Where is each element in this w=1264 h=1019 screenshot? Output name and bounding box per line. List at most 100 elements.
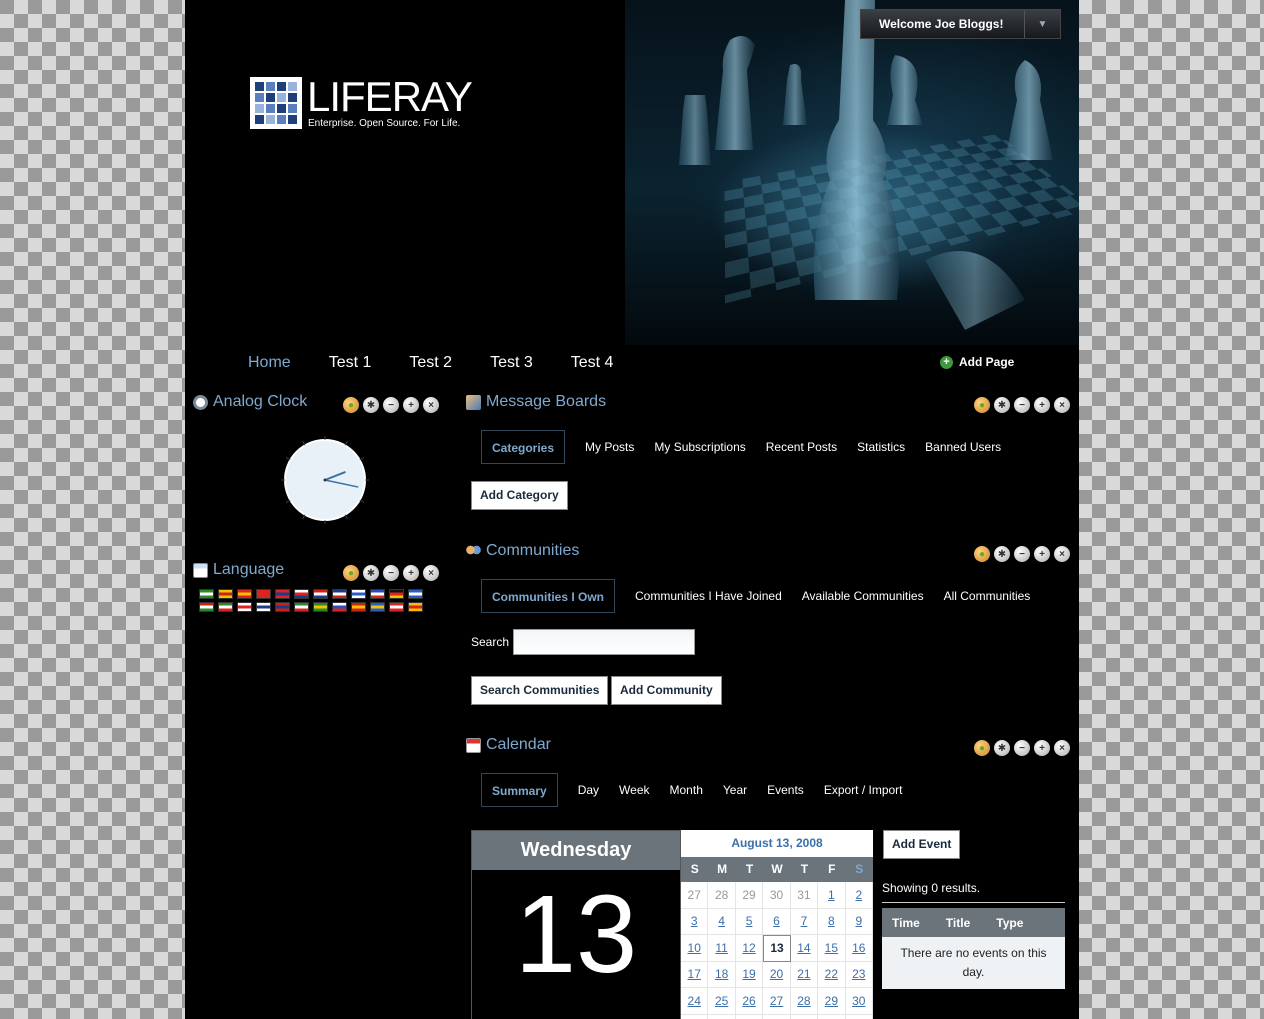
tab-month[interactable]: Month — [670, 783, 703, 797]
calendar-day[interactable]: 21 — [790, 961, 819, 988]
tab-communities-i-have-joined[interactable]: Communities I Have Joined — [635, 589, 782, 603]
minimize-icon[interactable]: − — [1014, 740, 1030, 756]
nav-item-test-2[interactable]: Test 2 — [409, 354, 452, 372]
tab-my-subscriptions[interactable]: My Subscriptions — [654, 440, 745, 454]
calendar-day[interactable]: 20 — [763, 961, 791, 988]
calendar-day[interactable]: 28 — [790, 988, 819, 1015]
calendar-day[interactable]: 19 — [735, 961, 764, 988]
minimize-icon[interactable]: − — [1014, 546, 1030, 562]
calendar-day[interactable]: 27 — [763, 988, 791, 1015]
tab-categories[interactable]: Categories — [481, 430, 566, 464]
tab-summary[interactable]: Summary — [481, 773, 558, 807]
spanish-flag[interactable] — [351, 602, 366, 612]
calendar-day[interactable]: 16 — [845, 935, 873, 962]
close-icon[interactable]: × — [1054, 546, 1070, 562]
calendar-day[interactable]: 15 — [818, 935, 846, 962]
hungarian-flag[interactable] — [199, 602, 214, 612]
tab-year[interactable]: Year — [723, 783, 747, 797]
minimize-icon[interactable]: − — [1014, 397, 1030, 413]
tab-my-posts[interactable]: My Posts — [585, 440, 634, 454]
calendar-day[interactable]: 7 — [790, 908, 819, 935]
catalan-flag[interactable] — [218, 589, 233, 599]
maximize-icon[interactable]: + — [1034, 546, 1050, 562]
nav-item-home[interactable]: Home — [248, 354, 291, 372]
close-icon[interactable]: × — [1054, 740, 1070, 756]
calendar-day[interactable]: 17 — [681, 961, 709, 988]
tab-communities-i-own[interactable]: Communities I Own — [481, 579, 616, 613]
nav-item-test-3[interactable]: Test 3 — [490, 354, 533, 372]
taiwan-flag[interactable] — [275, 589, 290, 599]
chinese-flag[interactable] — [256, 589, 271, 599]
tab-all-communities[interactable]: All Communities — [944, 589, 1031, 603]
calendar-day[interactable]: 12 — [735, 935, 764, 962]
look-and-feel-icon[interactable]: ● — [974, 546, 990, 562]
calendar-day[interactable]: 14 — [790, 935, 819, 962]
calendar-day[interactable]: 3 — [681, 908, 709, 935]
calendar-day[interactable]: 4 — [708, 908, 736, 935]
greek-flag[interactable] — [408, 589, 423, 599]
calendar-day[interactable]: 31 — [681, 1014, 709, 1019]
tab-day[interactable]: Day — [578, 783, 599, 797]
basque-flag[interactable] — [237, 589, 252, 599]
liferay-logo[interactable]: LIFERAY Enterprise. Open Source. For Lif… — [250, 73, 473, 137]
calendar-day[interactable]: 6 — [763, 908, 791, 935]
arabic-flag[interactable] — [199, 589, 214, 599]
calendar-day[interactable]: 30 — [845, 988, 873, 1015]
german-flag[interactable] — [389, 589, 404, 599]
calendar-day[interactable]: 25 — [708, 988, 736, 1015]
calendar-day[interactable]: 9 — [845, 908, 873, 935]
close-icon[interactable]: × — [423, 397, 439, 413]
configuration-gear-icon[interactable]: ✱ — [994, 740, 1010, 756]
turkish-flag[interactable] — [389, 602, 404, 612]
nav-item-test-1[interactable]: Test 1 — [329, 354, 372, 372]
configuration-gear-icon[interactable]: ✱ — [363, 565, 379, 581]
search-input[interactable] — [513, 629, 695, 655]
calendar-day[interactable]: 22 — [818, 961, 846, 988]
look-and-feel-icon[interactable]: ● — [343, 397, 359, 413]
calendar-day[interactable]: 11 — [708, 935, 736, 962]
tab-events[interactable]: Events — [767, 783, 804, 797]
mini-calendar-title[interactable]: August 13, 2008 — [681, 830, 873, 857]
configuration-gear-icon[interactable]: ✱ — [994, 546, 1010, 562]
tab-available-communities[interactable]: Available Communities — [802, 589, 924, 603]
calendar-day[interactable]: 13 — [763, 935, 791, 962]
maximize-icon[interactable]: + — [403, 565, 419, 581]
look-and-feel-icon[interactable]: ● — [974, 397, 990, 413]
calendar-day[interactable]: 8 — [818, 908, 846, 935]
calendar-day[interactable]: 29 — [818, 988, 846, 1015]
configuration-gear-icon[interactable]: ✱ — [363, 397, 379, 413]
maximize-icon[interactable]: + — [403, 397, 419, 413]
calendar-day[interactable]: 24 — [681, 988, 709, 1015]
calendar-day[interactable]: 26 — [735, 988, 764, 1015]
norwegian-flag[interactable] — [275, 602, 290, 612]
czech-flag[interactable] — [294, 589, 309, 599]
add-event-button[interactable]: Add Event — [883, 830, 961, 859]
close-icon[interactable]: × — [423, 565, 439, 581]
minimize-icon[interactable]: − — [383, 565, 399, 581]
search-communities-button[interactable]: Search Communities — [471, 676, 609, 705]
tab-week[interactable]: Week — [619, 783, 649, 797]
add-page-button[interactable]: + Add Page — [940, 355, 1014, 369]
nav-item-test-4[interactable]: Test 4 — [571, 354, 614, 372]
maximize-icon[interactable]: + — [1034, 740, 1050, 756]
calendar-day[interactable]: 5 — [735, 908, 764, 935]
dock-chevron-down-icon[interactable]: ▼ — [1024, 10, 1060, 38]
calendar-day[interactable]: 23 — [845, 961, 873, 988]
configuration-gear-icon[interactable]: ✱ — [994, 397, 1010, 413]
vietnamese-flag[interactable] — [408, 602, 423, 612]
minimize-icon[interactable]: − — [383, 397, 399, 413]
close-icon[interactable]: × — [1054, 397, 1070, 413]
italian-flag[interactable] — [218, 602, 233, 612]
dutch-flag[interactable] — [313, 589, 328, 599]
calendar-day[interactable]: 10 — [681, 935, 709, 962]
swedish-flag[interactable] — [370, 602, 385, 612]
persian-flag[interactable] — [294, 602, 309, 612]
calendar-day[interactable]: 1 — [818, 882, 846, 909]
russian-flag[interactable] — [332, 602, 347, 612]
korean-flag[interactable] — [256, 602, 271, 612]
add-community-button[interactable]: Add Community — [611, 676, 722, 705]
welcome-dock[interactable]: Welcome Joe Bloggs! ▼ — [860, 9, 1061, 39]
look-and-feel-icon[interactable]: ● — [343, 565, 359, 581]
portuguese-flag[interactable] — [313, 602, 328, 612]
tab-recent-posts[interactable]: Recent Posts — [766, 440, 837, 454]
